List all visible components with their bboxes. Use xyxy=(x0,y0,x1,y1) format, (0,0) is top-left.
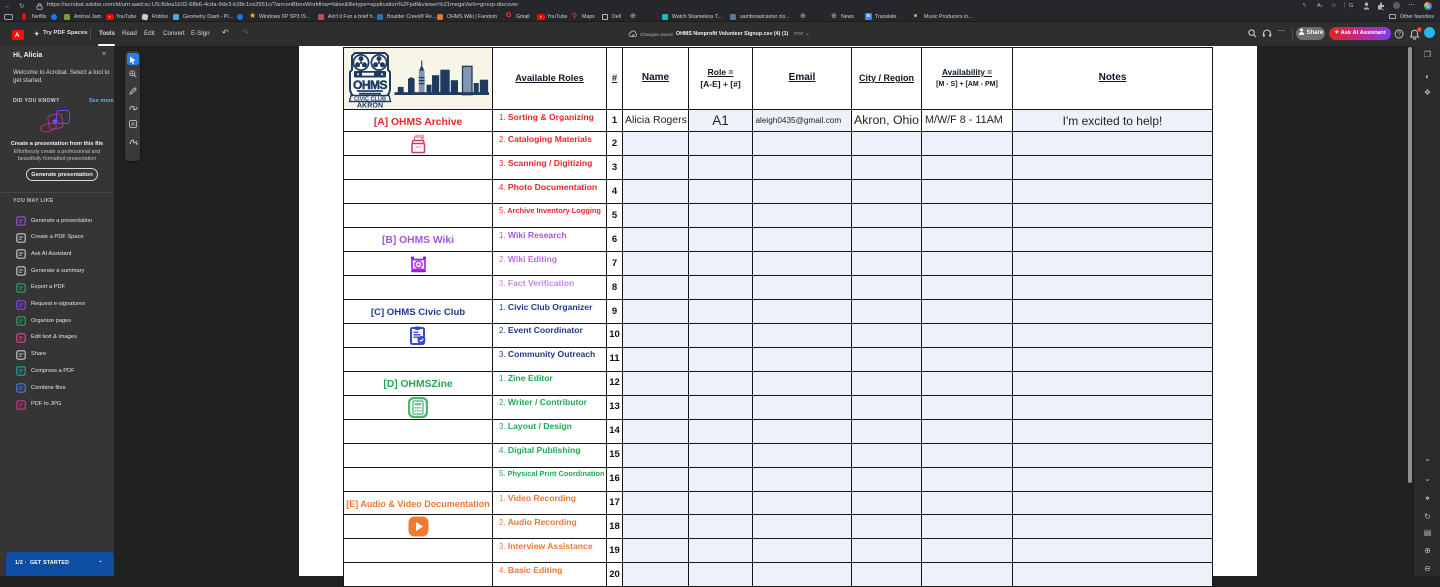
svg-text:AKRON: AKRON xyxy=(356,100,382,108)
svg-text:OHMS: OHMS xyxy=(353,78,387,92)
svg-text:A: A xyxy=(131,122,135,128)
